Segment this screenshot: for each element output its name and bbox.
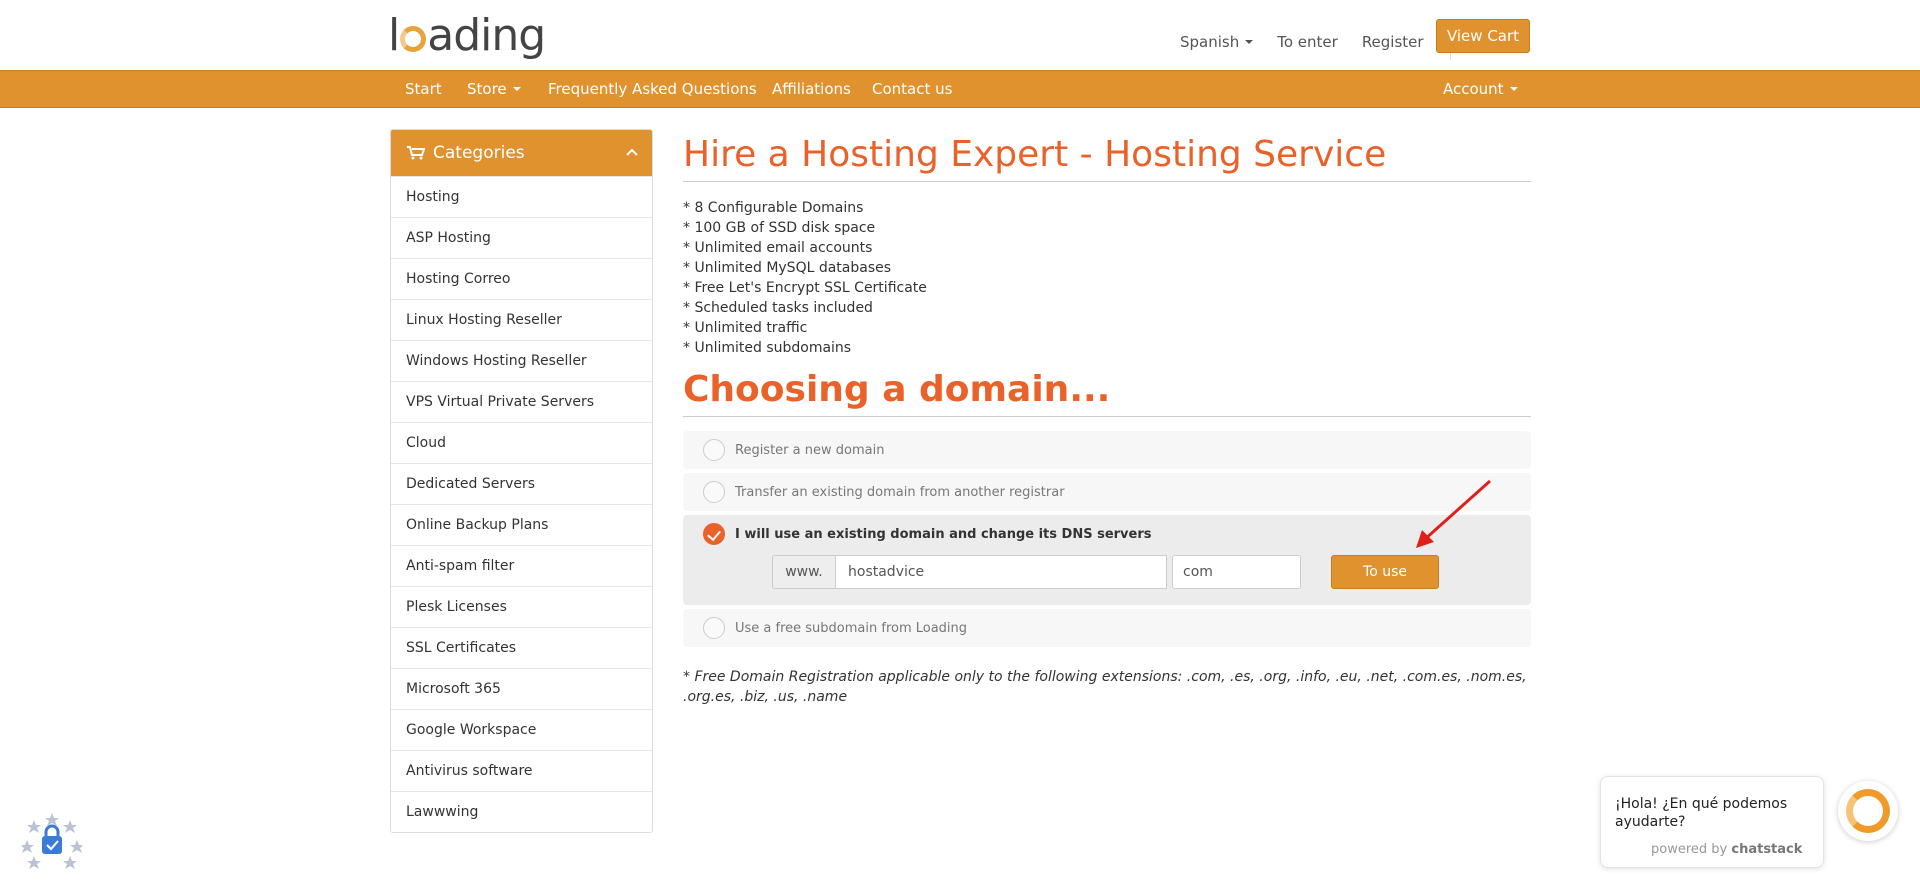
feature-item: * Unlimited MySQL databases <box>683 260 892 276</box>
domain-option-owndomain[interactable]: I will use an existing domain and change… <box>683 515 1531 605</box>
chat-powered-prefix: powered by <box>1651 842 1728 857</box>
categories-panel: Categories Hosting ASP Hosting Hosting C… <box>390 129 653 833</box>
chat-brand: chatstack <box>1731 842 1803 857</box>
use-domain-button[interactable]: To use <box>1331 555 1439 589</box>
language-label: Spanish <box>1180 33 1240 51</box>
feature-item: * Unlimited email accounts <box>683 240 873 256</box>
www-prefix: www. <box>772 555 836 589</box>
feature-item: * Unlimited traffic <box>683 320 808 336</box>
chat-powered-by: powered by chatstack <box>1651 842 1802 857</box>
sidebar-item-linux-reseller[interactable]: Linux Hosting Reseller <box>391 299 652 340</box>
option-label: Transfer an existing domain from another… <box>735 484 1065 500</box>
nav-item-store-label: Store <box>467 80 507 98</box>
logo-text-start: l <box>388 10 400 61</box>
domain-heading: Choosing a domain... <box>683 369 1111 410</box>
main-content: Hire a Hosting Expert - Hosting Service … <box>683 129 1531 707</box>
chevron-up-icon[interactable] <box>626 147 638 157</box>
nav-item-affiliations[interactable]: Affiliations <box>772 80 851 98</box>
divider <box>683 181 1531 182</box>
annotation-arrow-icon <box>1416 479 1491 548</box>
domain-form: www. To use <box>683 549 1531 605</box>
sidebar-item-hosting[interactable]: Hosting <box>391 176 652 217</box>
login-link[interactable]: To enter <box>1277 33 1338 51</box>
domain-option-register[interactable]: Register a new domain <box>683 431 1531 469</box>
sidebar-item-hosting-correo[interactable]: Hosting Correo <box>391 258 652 299</box>
radio-button-checked[interactable] <box>703 523 725 545</box>
domain-name-input[interactable] <box>835 555 1167 589</box>
radio-button[interactable] <box>703 481 725 503</box>
sidebar-item-cloud[interactable]: Cloud <box>391 422 652 463</box>
sidebar-item-backup[interactable]: Online Backup Plans <box>391 504 652 545</box>
caret-down-icon <box>1509 87 1518 91</box>
sidebar-item-antivirus[interactable]: Antivirus software <box>391 750 652 791</box>
security-seal-icon[interactable] <box>22 810 82 870</box>
sidebar-item-google-workspace[interactable]: Google Workspace <box>391 709 652 750</box>
radio-button[interactable] <box>703 617 725 639</box>
cart-icon <box>407 146 425 160</box>
option-label: Use a free subdomain from Loading <box>735 620 968 636</box>
domain-option-transfer[interactable]: Transfer an existing domain from another… <box>683 473 1531 511</box>
page-title: Hire a Hosting Expert - Hosting Service <box>683 134 1387 175</box>
site-header: l ading Spanish To enter Register View Ca… <box>0 0 1920 70</box>
chat-ring-icon <box>1846 789 1890 833</box>
chat-message: ¡Hola! ¿En qué podemos ayudarte? <box>1615 796 1788 830</box>
logo-text-end: ading <box>427 10 546 61</box>
caret-down-icon <box>1245 40 1254 44</box>
sidebar-item-antispam[interactable]: Anti-spam filter <box>391 545 652 586</box>
chat-launcher-button[interactable] <box>1838 781 1898 841</box>
nav-item-contact[interactable]: Contact us <box>872 80 952 98</box>
sidebar-item-dedicated[interactable]: Dedicated Servers <box>391 463 652 504</box>
divider <box>683 416 1531 417</box>
option-label: I will use an existing domain and change… <box>735 526 1152 542</box>
caret-down-icon <box>512 87 521 91</box>
top-links: Spanish To enter Register <box>1180 24 1467 60</box>
register-link[interactable]: Register <box>1362 33 1424 51</box>
free-domain-note: * Free Domain Registration applicable on… <box>683 669 1527 705</box>
nav-item-store[interactable]: Store <box>467 80 521 98</box>
site-logo[interactable]: l ading <box>388 10 546 61</box>
radio-button[interactable] <box>703 439 725 461</box>
main-nav: Start Store Frequently Asked Questions A… <box>0 70 1920 108</box>
sidebar-item-windows-reseller[interactable]: Windows Hosting Reseller <box>391 340 652 381</box>
logo-ring-icon <box>400 26 427 52</box>
sidebar-item-plesk[interactable]: Plesk Licenses <box>391 586 652 627</box>
nav-item-faq[interactable]: Frequently Asked Questions <box>548 80 757 98</box>
feature-item: * 100 GB of SSD disk space <box>683 220 876 236</box>
chat-bubble[interactable]: ¡Hola! ¿En qué podemos ayudarte? powered… <box>1600 776 1824 868</box>
categories-header[interactable]: Categories <box>391 130 652 176</box>
nav-item-account[interactable]: Account <box>1443 80 1518 98</box>
sidebar-item-vps[interactable]: VPS Virtual Private Servers <box>391 381 652 422</box>
view-cart-button[interactable]: View Cart <box>1436 19 1530 53</box>
nav-item-account-label: Account <box>1443 80 1504 98</box>
feature-list: * 8 Configurable Domains * 100 GB of SSD… <box>683 198 1531 358</box>
domain-tld-input[interactable] <box>1172 555 1301 589</box>
nav-item-start[interactable]: Start <box>405 80 442 98</box>
feature-item: * Free Let's Encrypt SSL Certificate <box>683 280 927 296</box>
sidebar-item-lawwwing[interactable]: Lawwwing <box>391 791 652 832</box>
domain-option-subdomain[interactable]: Use a free subdomain from Loading <box>683 609 1531 647</box>
feature-item: * Scheduled tasks included <box>683 300 873 316</box>
option-label: Register a new domain <box>735 442 885 458</box>
feature-item: * 8 Configurable Domains <box>683 200 864 216</box>
language-dropdown[interactable]: Spanish <box>1180 33 1254 51</box>
sidebar-item-microsoft365[interactable]: Microsoft 365 <box>391 668 652 709</box>
feature-item: * Unlimited subdomains <box>683 340 852 356</box>
categories-title: Categories <box>433 143 525 163</box>
sidebar-item-asp-hosting[interactable]: ASP Hosting <box>391 217 652 258</box>
sidebar-item-ssl[interactable]: SSL Certificates <box>391 627 652 668</box>
